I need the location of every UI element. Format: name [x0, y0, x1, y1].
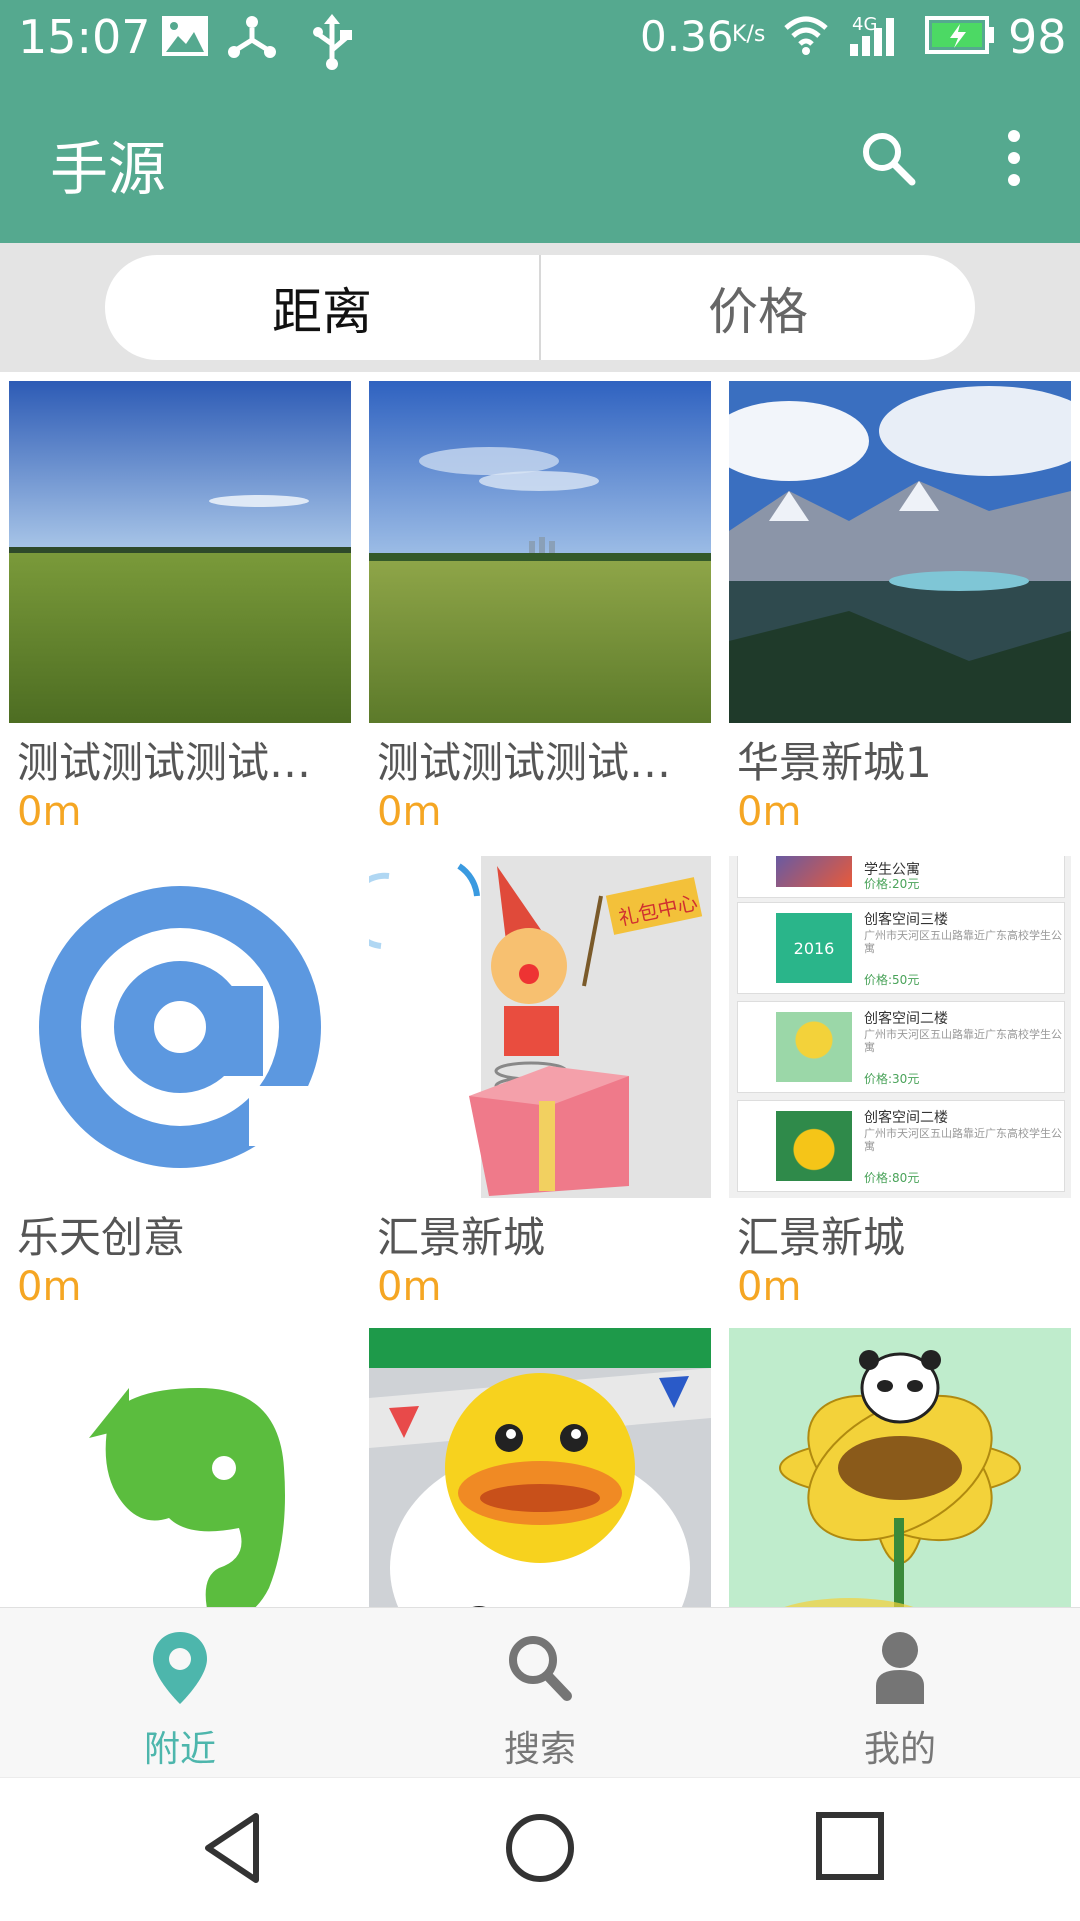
listing-name: 测试测试测试测试测试: [17, 738, 347, 787]
status-time: 15:07: [18, 10, 151, 64]
person-icon: [876, 1632, 924, 1704]
listing-distance: 0m: [737, 1264, 802, 1310]
search-button[interactable]: [858, 128, 918, 192]
listing-distance: 0m: [17, 789, 82, 835]
screenshot-title: 创客空间三楼: [864, 912, 948, 928]
nav-label-me: 我的: [863, 1729, 936, 1770]
gallery-icon: [160, 14, 210, 69]
recents-square-icon: [816, 1812, 884, 1880]
screenshot-subtitle: 广州市天河区五山路靠近广东高校学生公寓: [864, 1028, 1062, 1054]
listing-photo: [9, 856, 351, 1198]
listing-distance: 0m: [17, 1264, 82, 1310]
at-sign-icon: [9, 856, 351, 1198]
battery-level: 98: [1008, 10, 1067, 64]
more-vert-icon: [1008, 130, 1020, 186]
listing-photo: [369, 1328, 711, 1607]
listing-name: 汇景新城: [377, 1213, 546, 1262]
app-bar: 手源: [0, 80, 1080, 243]
signal-icon: [846, 14, 904, 69]
listing-name: 乐天创意: [17, 1213, 186, 1262]
screenshot-list-card: 创客空间二楼 广州市天河区五山路靠近广东高校学生公寓 价格:30元: [737, 1001, 1065, 1093]
battery-icon: [924, 14, 996, 67]
network-speed-unit: K/s: [732, 22, 766, 47]
listing-photo: 礼包中心: [369, 856, 711, 1198]
usb-tethering-icon: [228, 14, 276, 69]
back-button[interactable]: [200, 1810, 264, 1890]
screenshot-thumb: [776, 856, 852, 887]
listing-name: 测试测试测试测试测试: [377, 738, 707, 787]
screenshot-thumb: [776, 1012, 852, 1082]
listing-photo: 学生公寓 价格:20元 2016 创客空间三楼 广州市天河区五山路靠近广东高校学…: [729, 856, 1071, 1198]
listing-distance: 0m: [737, 789, 802, 835]
recents-button[interactable]: [814, 1810, 886, 1886]
status-bar: 15:07 0.36 K/s 4G 98: [0, 0, 1080, 80]
listing-grid: 测试测试测试测试测试 0m 测试测试测试测试测试 0m: [0, 372, 1080, 1607]
search-icon: [509, 1636, 572, 1701]
elephant-logo-icon: [9, 1328, 351, 1607]
sort-segmented-control: 距离 价格: [105, 255, 975, 360]
screenshot-price: 价格:20元: [864, 877, 920, 891]
usb-icon: [310, 14, 354, 81]
system-navigation-bar: [0, 1777, 1080, 1921]
search-icon: [863, 133, 916, 186]
listing-photo: [729, 381, 1071, 723]
network-speed: 0.36: [640, 12, 734, 61]
screenshot-price: 价格:80元: [864, 1171, 920, 1185]
screenshot-thumb: 2016: [776, 913, 852, 983]
screenshot-list-card: 学生公寓 价格:20元: [737, 856, 1065, 898]
screenshot-list-card: 创客空间二楼 广州市天河区五山路靠近广东高校学生公寓 价格:80元: [737, 1100, 1065, 1192]
listing-photo: [9, 381, 351, 723]
listing-distance: 0m: [377, 789, 442, 835]
nav-item-search[interactable]: 搜索: [360, 1608, 720, 1778]
location-pin-icon: [153, 1632, 207, 1704]
tab-price[interactable]: 价格: [539, 255, 975, 360]
screenshot-title: 创客空间二楼: [864, 1011, 948, 1027]
nav-label-nearby: 附近: [143, 1729, 216, 1770]
listing-photo: [9, 1328, 351, 1607]
screenshot-subtitle: 广州市天河区五山路靠近广东高校学生公寓: [864, 929, 1062, 955]
more-options-button[interactable]: [1000, 128, 1028, 192]
listing-photo: [729, 1328, 1071, 1607]
wifi-icon: [782, 14, 830, 67]
sort-tab-bar: 距离 价格: [0, 243, 1080, 372]
nav-label-search: 搜索: [503, 1729, 576, 1770]
screenshot-thumb: [776, 1111, 852, 1181]
screenshot-price: 价格:50元: [864, 973, 920, 987]
listing-distance: 0m: [377, 1264, 442, 1310]
screenshot-price: 价格:30元: [864, 1072, 920, 1086]
screenshot-subtitle: 广州市天河区五山路靠近广东高校学生公寓: [864, 1127, 1062, 1153]
listing-name: 华景新城1: [737, 738, 932, 787]
home-circle-icon: [506, 1814, 574, 1882]
nav-item-nearby[interactable]: 附近: [0, 1608, 360, 1778]
screenshot-list-card: 2016 创客空间三楼 广州市天河区五山路靠近广东高校学生公寓 价格:50元: [737, 902, 1065, 994]
back-triangle-icon: [205, 1813, 259, 1883]
listing-photo: [369, 381, 711, 723]
screenshot-title: 创客空间二楼: [864, 1110, 948, 1126]
nav-item-me[interactable]: 我的: [720, 1608, 1080, 1778]
tab-distance[interactable]: 距离: [105, 255, 539, 360]
bottom-navigation: 附近 搜索 我的: [0, 1607, 1080, 1778]
home-button[interactable]: [502, 1810, 578, 1890]
listing-name: 汇景新城: [737, 1213, 906, 1262]
page-title: 手源: [50, 135, 167, 203]
